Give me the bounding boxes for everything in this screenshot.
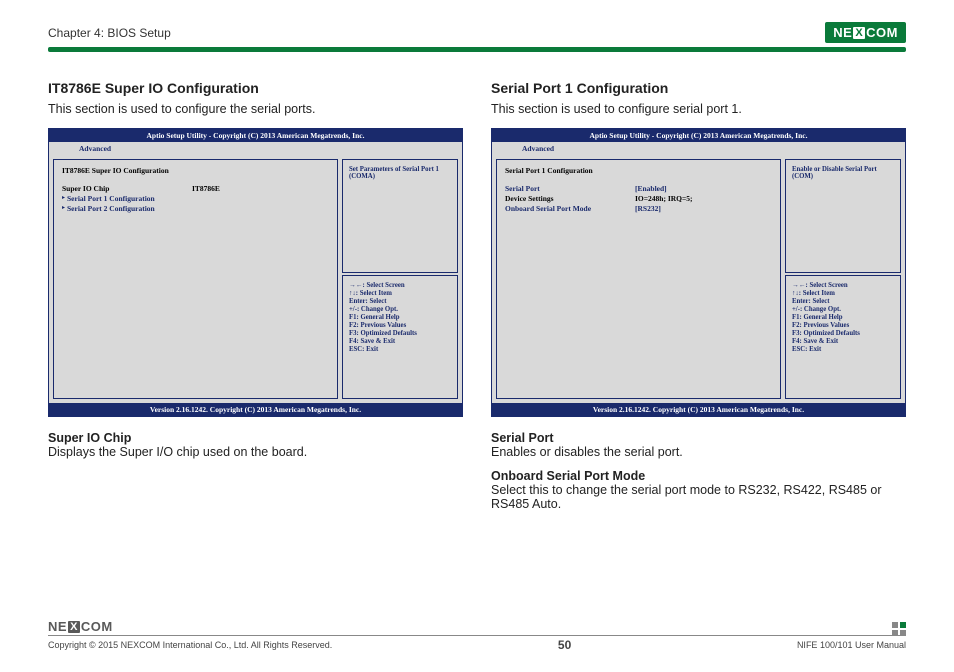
serial-port-value: [Enabled] <box>635 184 667 193</box>
serial-port-2-link: Serial Port 2 Configuration <box>62 204 329 213</box>
serial-port-1-link: Serial Port 1 Configuration <box>62 194 329 203</box>
device-settings-label: Device Settings <box>505 194 635 203</box>
bios-keys-panel: →←: Select Screen ↑↓: Select Item Enter:… <box>342 275 458 399</box>
serial-port-label: Serial Port <box>505 184 635 193</box>
copyright-text: Copyright © 2015 NEXCOM International Co… <box>48 640 332 650</box>
left-column: IT8786E Super IO Configuration This sect… <box>48 80 463 511</box>
note-super-io-chip-title: Super IO Chip <box>48 431 463 445</box>
device-settings-value: IO=248h; IRQ=5; <box>635 194 693 203</box>
page-number: 50 <box>558 638 571 652</box>
manual-title: NIFE 100/101 User Manual <box>797 640 906 650</box>
nexcom-logo: NEXCOM <box>825 22 906 43</box>
left-section-desc: This section is used to configure the se… <box>48 102 463 116</box>
right-bios-screenshot: Aptio Setup Utility - Copyright (C) 2013… <box>491 128 906 417</box>
super-io-chip-value: IT8786E <box>192 184 220 193</box>
left-bios-screenshot: Aptio Setup Utility - Copyright (C) 2013… <box>48 128 463 417</box>
bios-help-panel: Set Parameters of Serial Port 1 (COMA) <box>342 159 458 273</box>
note-onboard-mode-title: Onboard Serial Port Mode <box>491 469 906 483</box>
note-serial-port-title: Serial Port <box>491 431 906 445</box>
bios-help-panel: Enable or Disable Serial Port (COM) <box>785 159 901 273</box>
note-serial-port-desc: Enables or disables the serial port. <box>491 445 906 459</box>
onboard-mode-label: Onboard Serial Port Mode <box>505 204 635 213</box>
bios-main-panel: IT8786E Super IO Configuration Super IO … <box>53 159 338 399</box>
left-section-title: IT8786E Super IO Configuration <box>48 80 463 96</box>
note-super-io-chip-desc: Displays the Super I/O chip used on the … <box>48 445 463 459</box>
bios-tab-advanced: Advanced <box>492 142 905 155</box>
bios-main-panel: Serial Port 1 Configuration Serial Port … <box>496 159 781 399</box>
bios-footer: Version 2.16.1242. Copyright (C) 2013 Am… <box>49 403 462 416</box>
right-section-title: Serial Port 1 Configuration <box>491 80 906 96</box>
bios-keys-panel: →←: Select Screen ↑↓: Select Item Enter:… <box>785 275 901 399</box>
bios-header: Aptio Setup Utility - Copyright (C) 2013… <box>49 129 462 142</box>
right-section-desc: This section is used to configure serial… <box>491 102 906 116</box>
super-io-chip-label: Super IO Chip <box>62 184 192 193</box>
header-rule <box>48 47 906 52</box>
right-column: Serial Port 1 Configuration This section… <box>491 80 906 511</box>
bios-tab-advanced: Advanced <box>49 142 462 155</box>
onboard-mode-value: [RS232] <box>635 204 661 213</box>
chapter-title: Chapter 4: BIOS Setup <box>48 26 171 40</box>
note-onboard-mode-desc: Select this to change the serial port mo… <box>491 483 906 511</box>
footer-logo: NEXCOM <box>48 619 906 634</box>
bios-header: Aptio Setup Utility - Copyright (C) 2013… <box>492 129 905 142</box>
bios-heading: IT8786E Super IO Configuration <box>62 166 192 175</box>
bios-heading: Serial Port 1 Configuration <box>505 166 635 175</box>
bios-footer: Version 2.16.1242. Copyright (C) 2013 Am… <box>492 403 905 416</box>
